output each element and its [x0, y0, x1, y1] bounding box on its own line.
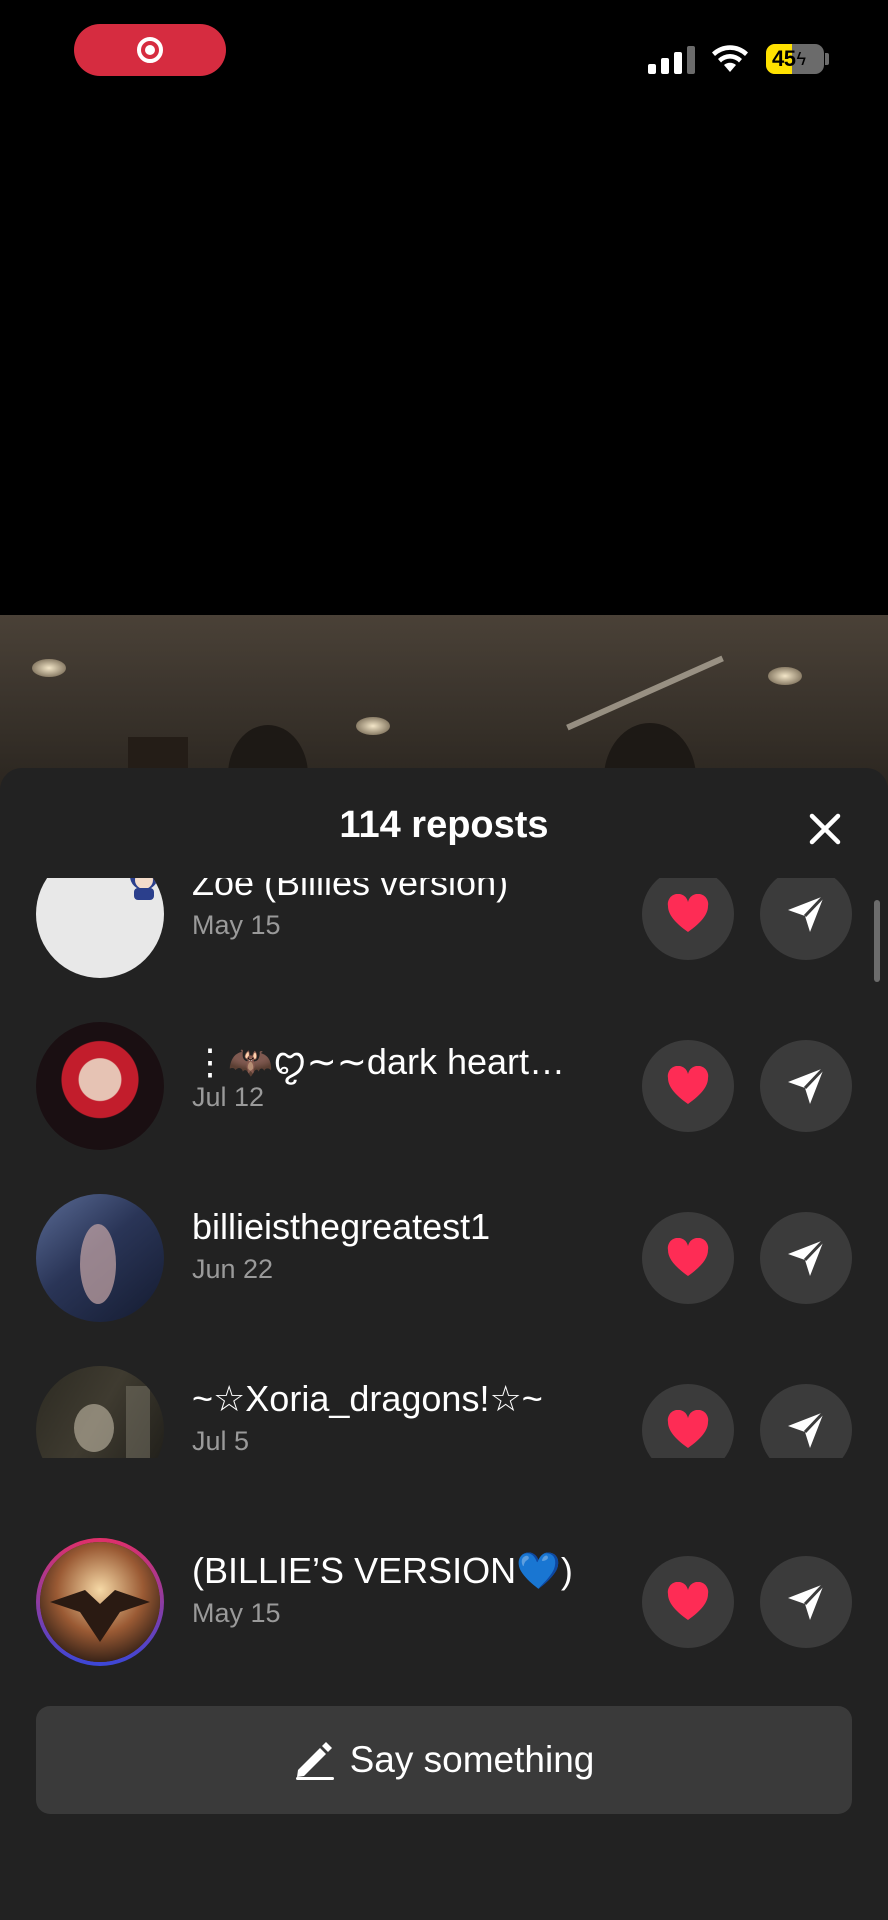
screen-recording-indicator[interactable]: [74, 24, 226, 76]
send-button[interactable]: [760, 1384, 852, 1458]
user-avatar[interactable]: [36, 1366, 164, 1458]
send-button[interactable]: [760, 878, 852, 960]
repost-date: Jul 12: [192, 1082, 265, 1112]
send-button[interactable]: [760, 1212, 852, 1304]
send-icon: [788, 1410, 826, 1448]
like-button[interactable]: [642, 1556, 734, 1648]
heart-icon: [667, 894, 709, 932]
scrollbar[interactable]: [874, 900, 880, 982]
user-avatar[interactable]: [36, 878, 164, 978]
close-icon: [809, 813, 841, 845]
say-something-button[interactable]: Say something: [36, 1706, 852, 1814]
pencil-icon: [295, 1742, 334, 1780]
repost-date: Jun 22: [192, 1254, 274, 1284]
send-icon: [788, 1238, 826, 1276]
record-icon: [137, 37, 163, 63]
repost-date: Jul 5: [192, 1426, 250, 1456]
user-avatar[interactable]: [36, 1538, 164, 1666]
battery-level: 45: [772, 46, 796, 71]
like-button[interactable]: [642, 1384, 734, 1458]
like-button[interactable]: [642, 1040, 734, 1132]
user-avatar[interactable]: [36, 1022, 164, 1150]
list-item[interactable]: ⋮🦇ꨄ︎∼∼dark heart+… Jul 12: [0, 978, 888, 1150]
reposts-list[interactable]: Zoe (Billies version) May 15 ⋮🦇ꨄ︎∼∼dark …: [0, 878, 888, 1458]
cellular-signal-icon: [648, 46, 696, 74]
list-item[interactable]: Zoe (Billies version) May 15: [0, 878, 888, 978]
status-bar: 45 ϟ: [0, 0, 888, 110]
repost-username[interactable]: ~☆Xoria_dragons!☆~: [192, 1378, 543, 1420]
wifi-icon: [712, 45, 748, 72]
list-item[interactable]: ~☆Xoria_dragons!☆~ Jul 5: [0, 1322, 888, 1458]
repost-username[interactable]: billieisthegreatest1: [192, 1206, 490, 1248]
user-avatar[interactable]: [36, 1194, 164, 1322]
reposts-sheet: 114 reposts Zoe (Billies version) May 15: [0, 768, 888, 1920]
heart-icon: [667, 1582, 709, 1620]
repost-username[interactable]: (BILLIE’S VERSION💙): [192, 1550, 573, 1592]
repost-date: May 15: [192, 910, 281, 940]
send-icon: [788, 894, 826, 932]
close-button[interactable]: [800, 804, 850, 854]
sheet-title: 114 reposts: [339, 804, 549, 846]
send-button[interactable]: [760, 1040, 852, 1132]
like-button[interactable]: [642, 878, 734, 960]
heart-icon: [667, 1238, 709, 1276]
send-button[interactable]: [760, 1556, 852, 1648]
like-button[interactable]: [642, 1212, 734, 1304]
send-icon: [788, 1582, 826, 1620]
repost-date: May 15: [192, 1598, 281, 1628]
list-item[interactable]: (BILLIE’S VERSION💙) May 15: [0, 1494, 888, 1666]
repost-username[interactable]: ⋮🦇ꨄ︎∼∼dark heart+…: [192, 1034, 582, 1087]
heart-icon: [667, 1066, 709, 1104]
list-item[interactable]: billieisthegreatest1 Jun 22: [0, 1150, 888, 1322]
repost-username[interactable]: Zoe (Billies version): [192, 878, 508, 904]
send-icon: [788, 1066, 826, 1104]
battery-icon: 45 ϟ: [766, 44, 824, 74]
say-something-label: Say something: [349, 1739, 595, 1780]
heart-icon: [667, 1410, 709, 1448]
charging-icon: ϟ: [796, 48, 807, 69]
